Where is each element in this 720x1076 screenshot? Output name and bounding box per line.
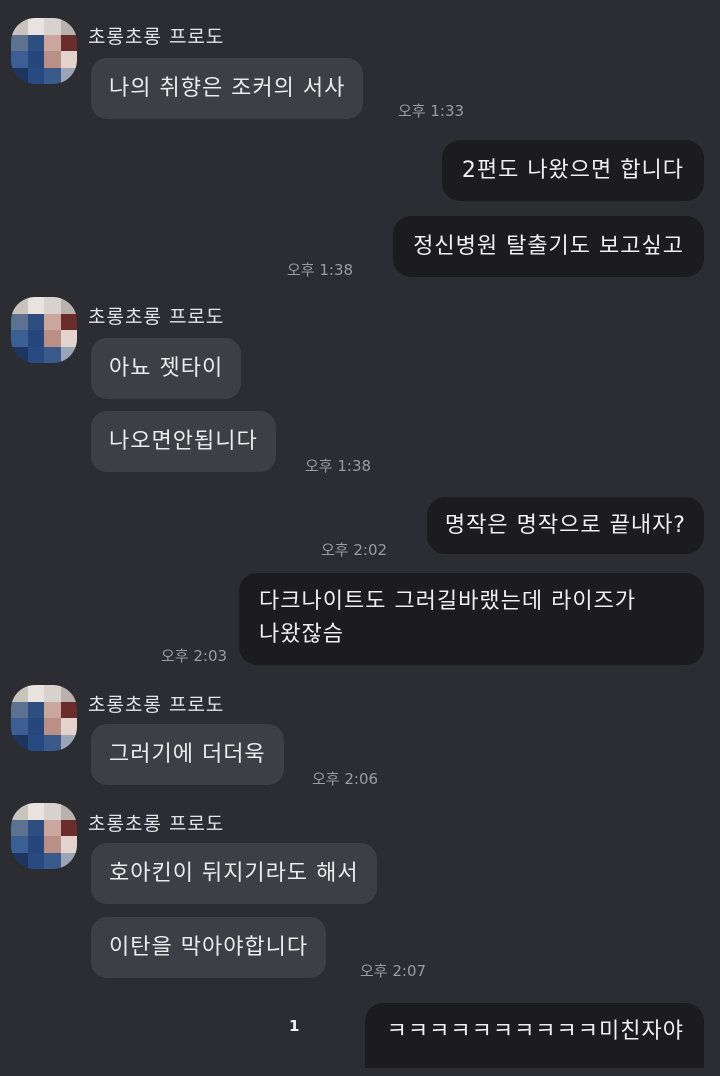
message-bubble[interactable]: 그러기에 더더욱 — [91, 724, 284, 785]
message-bubble[interactable]: ㅋㅋㅋㅋㅋㅋㅋㅋㅋㅋ미친자야 — [364, 1003, 704, 1068]
message-time: 오후 2:06 — [312, 770, 379, 788]
message-bubble[interactable]: 나의 취향은 조커의 서사 — [91, 58, 364, 119]
message-time: 오후 1:38 — [287, 261, 354, 279]
message-time: 오후 1:38 — [305, 457, 372, 475]
sender-name: 초롱초롱 프로도 — [88, 694, 225, 716]
sender-name: 초롱초롱 프로도 — [88, 813, 225, 835]
message-time: 오후 2:07 — [360, 962, 427, 980]
message-bubble[interactable]: 이탄을 막아야합니다 — [91, 917, 327, 978]
message-bubble[interactable]: 다크나이트도 그러길바랬는데 라이즈가 나왔잖슴 — [239, 573, 704, 665]
avatar[interactable] — [11, 803, 77, 869]
message-time: 오후 1:33 — [398, 102, 465, 120]
avatar[interactable] — [11, 685, 77, 751]
message-bubble[interactable]: 명작은 명작으로 끝내자? — [426, 497, 704, 554]
unread-count: 1 — [289, 1017, 300, 1035]
message-line: 나왔잖슴 — [259, 622, 344, 647]
sender-name: 초롱초롱 프로도 — [88, 306, 225, 328]
message-bubble[interactable]: 나오면안됩니다 — [91, 411, 276, 472]
avatar[interactable] — [11, 18, 77, 84]
message-time: 오후 2:02 — [321, 541, 388, 559]
message-bubble[interactable]: 아뇨 젯타이 — [91, 338, 242, 399]
message-line: 다크나이트도 그러길바랬는데 라이즈가 — [259, 589, 637, 614]
sender-name: 초롱초롱 프로도 — [88, 26, 225, 48]
avatar[interactable] — [11, 297, 77, 363]
message-bubble[interactable]: 2편도 나왔으면 합니다 — [441, 140, 704, 201]
message-time: 오후 2:03 — [161, 647, 228, 665]
message-bubble[interactable]: 정신병원 탈출기도 보고싶고 — [393, 216, 704, 277]
message-bubble[interactable]: 호아킨이 뒤지기라도 해서 — [91, 843, 377, 904]
